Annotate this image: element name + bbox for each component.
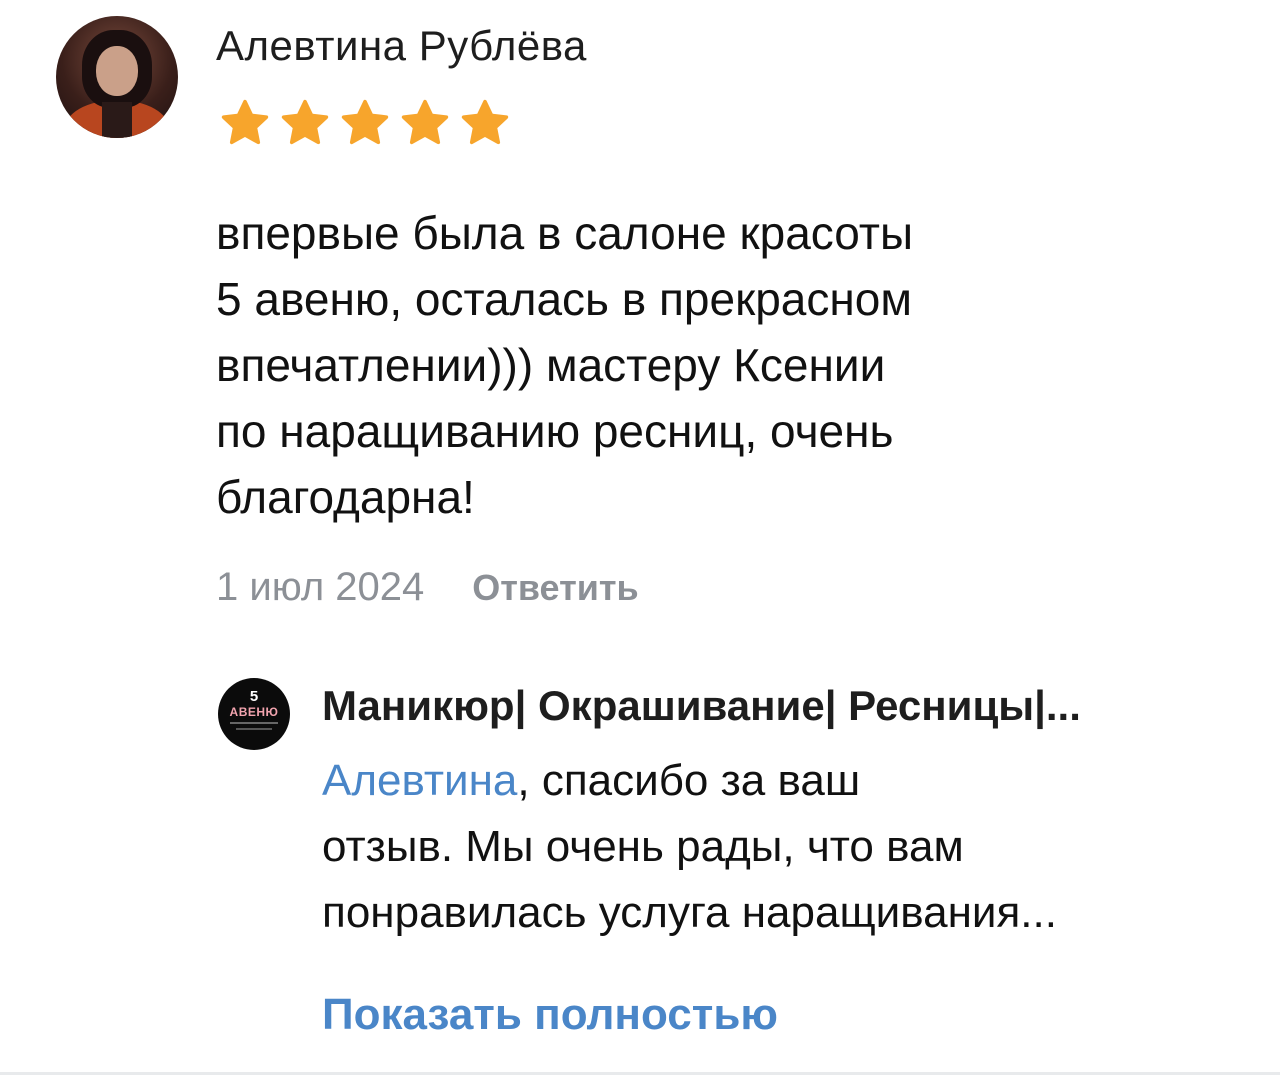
review-text-line: впечатлении))) мастеру Ксении bbox=[216, 339, 886, 391]
org-reply-text: Алевтина, спасибо за ваш отзыв. Мы очень… bbox=[322, 748, 1222, 946]
avatar-face bbox=[96, 46, 138, 96]
org-avatar[interactable]: 5 АВЕНЮ bbox=[218, 678, 290, 750]
review-text-line: 5 авеню, осталась в прекрасном bbox=[216, 273, 912, 325]
review-text-line: по наращиванию ресниц, очень bbox=[216, 405, 894, 457]
org-name[interactable]: Маникюр| Окрашивание| Ресницы|... bbox=[322, 682, 1202, 730]
show-full-button[interactable]: Показать полностью bbox=[322, 990, 778, 1040]
author-avatar[interactable] bbox=[56, 16, 178, 138]
org-avatar-brand: АВЕНЮ bbox=[229, 705, 279, 719]
reply-button[interactable]: Ответить bbox=[472, 567, 638, 609]
star-icon bbox=[341, 99, 389, 145]
review-text-line: впервые была в салоне красоты bbox=[216, 207, 914, 259]
author-mention-link[interactable]: Алевтина bbox=[322, 756, 517, 805]
author-name[interactable]: Алевтина Рублёва bbox=[216, 22, 587, 70]
review-date: 1 июл 2024 bbox=[216, 565, 425, 609]
star-icon bbox=[401, 99, 449, 145]
avatar-shirt bbox=[102, 102, 132, 138]
review-text: впервые была в салоне красоты 5 авеню, о… bbox=[216, 200, 1116, 530]
star-icon bbox=[221, 99, 269, 145]
org-avatar-tagline bbox=[230, 722, 278, 724]
review-text-line: благодарна! bbox=[216, 471, 475, 523]
org-avatar-tagline bbox=[236, 728, 272, 730]
rating-stars bbox=[216, 96, 514, 150]
org-reply-line: отзыв. Мы очень рады, что вам bbox=[322, 822, 964, 871]
org-reply-fragment: , спасибо за ваш bbox=[517, 756, 861, 805]
org-reply-line: понравилась услуга наращивания... bbox=[322, 888, 1057, 937]
review-meta: 1 июл 2024 Ответить bbox=[216, 565, 639, 610]
org-reply-line: Алевтина, спасибо за ваш bbox=[322, 748, 1222, 814]
star-icon bbox=[281, 99, 329, 145]
star-icon bbox=[461, 99, 509, 145]
org-avatar-number: 5 bbox=[249, 688, 259, 705]
